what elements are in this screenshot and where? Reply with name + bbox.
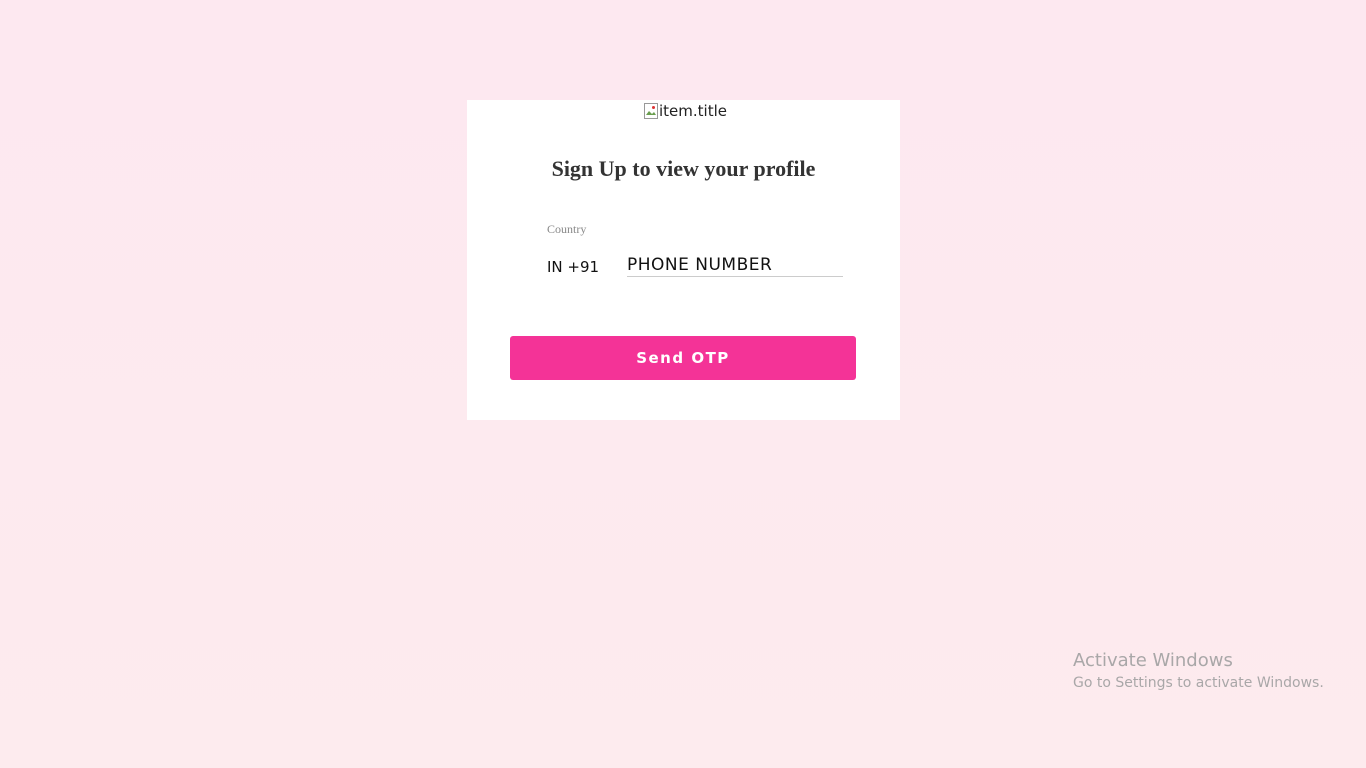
page-title: Sign Up to view your profile bbox=[551, 156, 816, 181]
phone-number-input[interactable] bbox=[627, 254, 843, 277]
country-code-selector[interactable]: IN +91 bbox=[547, 258, 599, 276]
logo-alt-text: item.title bbox=[659, 102, 727, 120]
country-label: Country bbox=[547, 222, 587, 236]
windows-activation-watermark: Activate Windows Go to Settings to activ… bbox=[1073, 650, 1324, 691]
broken-image-icon bbox=[644, 103, 658, 119]
signup-card: item.title Sign Up to view your profile … bbox=[467, 100, 900, 420]
send-otp-button[interactable]: Send OTP bbox=[510, 336, 856, 380]
logo-image: item.title bbox=[644, 101, 727, 121]
watermark-subtitle: Go to Settings to activate Windows. bbox=[1073, 675, 1324, 691]
watermark-title: Activate Windows bbox=[1073, 650, 1233, 671]
